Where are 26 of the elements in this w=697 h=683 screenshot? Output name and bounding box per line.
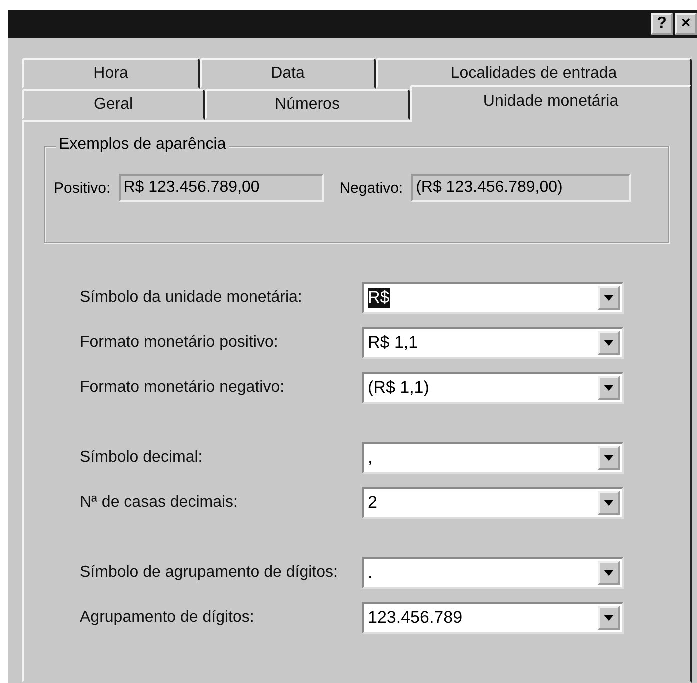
field-label: Formato monetário positivo: bbox=[80, 334, 280, 352]
readonly-field: (R$ 123.456.789,00) bbox=[411, 174, 632, 202]
field-label: Símbolo de agrupamento de dígitos: bbox=[80, 564, 339, 582]
tab[interactable]: Geral bbox=[22, 89, 205, 120]
field-label: Agrupamento de dígitos: bbox=[80, 609, 256, 627]
field-label: Símbolo decimal: bbox=[80, 449, 204, 467]
dropdown-field[interactable]: 2 bbox=[362, 487, 624, 519]
field-label: Nª de casas decimais: bbox=[80, 494, 239, 512]
tab[interactable]: Unidade monetária bbox=[410, 85, 692, 122]
tab[interactable]: Hora bbox=[22, 58, 200, 89]
dropdown-field[interactable]: , bbox=[362, 442, 624, 474]
title-bar-button[interactable]: × bbox=[675, 13, 697, 35]
dropdown-field[interactable]: (R$ 1,1) bbox=[362, 372, 624, 404]
tab[interactable]: Números bbox=[205, 89, 410, 120]
readonly-field: R$ 123.456.789,00 bbox=[118, 174, 324, 202]
dropdown-field[interactable]: R$ 1,1 bbox=[362, 327, 624, 359]
dropdown-field[interactable]: R$ bbox=[362, 282, 624, 314]
field-label: Símbolo da unidade monetária: bbox=[80, 289, 304, 307]
dropdown-field[interactable]: 123.456.789 bbox=[362, 602, 624, 634]
group-title: Exemplos de aparência bbox=[56, 136, 230, 154]
title-bar-button[interactable]: ? bbox=[651, 13, 673, 35]
dropdown-field[interactable]: . bbox=[362, 557, 624, 589]
field-label: Positivo: bbox=[54, 180, 111, 196]
field-label: Formato monetário negativo: bbox=[80, 379, 286, 397]
field-label: Negativo: bbox=[340, 180, 404, 196]
tab[interactable]: Data bbox=[200, 58, 376, 89]
